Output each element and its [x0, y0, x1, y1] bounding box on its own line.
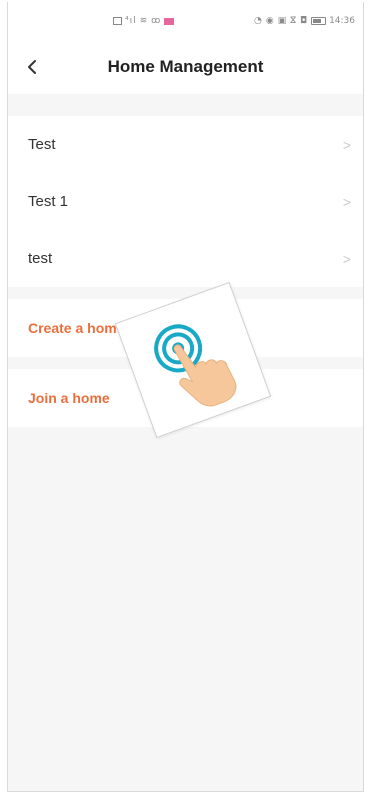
sim-icon [113, 17, 122, 25]
home-item-label: Test [28, 136, 56, 153]
create-home-label: Create a home [28, 320, 125, 336]
alarm-icon: ◘ [299, 16, 309, 26]
back-button[interactable] [20, 55, 44, 79]
signal-icon: ⁴ıl [125, 16, 137, 26]
status-right-icons: ◔ ◉ ▣ ⴵ ◘ 14:36 [254, 16, 355, 26]
spacer [8, 94, 363, 116]
eye-icon: ◉ [265, 16, 275, 26]
battery-icon [311, 17, 327, 25]
chevron-right-icon: > [342, 193, 351, 210]
vibrate-icon: ▣ [277, 16, 288, 26]
wifi-icon: ≋ [139, 16, 149, 26]
headset-icon: ◔ [253, 16, 263, 26]
hotspot-icon: ꝏ [151, 16, 162, 26]
home-list: Test > Test 1 > test > [8, 116, 363, 287]
phone-screen: ⁴ıl ≋ ꝏ ◔ ◉ ▣ ⴵ ◘ 14:36 Home Management … [7, 2, 364, 792]
notification-icon [164, 17, 175, 25]
app-header: Home Management [8, 40, 363, 94]
home-item-test-lower[interactable]: test > [8, 230, 363, 287]
home-item-label: Test 1 [28, 193, 69, 210]
join-home-label: Join a home [28, 390, 110, 406]
home-item-label: test [28, 250, 53, 267]
status-time: 14:36 [329, 16, 355, 26]
chevron-left-icon [28, 60, 36, 74]
bluetooth-icon: ⴵ [290, 16, 297, 26]
home-item-test-1[interactable]: Test 1 > [8, 173, 363, 230]
chevron-right-icon: > [342, 250, 351, 267]
status-bar: ⁴ıl ≋ ꝏ ◔ ◉ ▣ ⴵ ◘ 14:36 [8, 2, 363, 40]
page-title: Home Management [107, 57, 264, 76]
chevron-right-icon: > [342, 136, 351, 153]
home-item-test[interactable]: Test > [8, 116, 363, 173]
status-left-icons: ⁴ıl ≋ ꝏ [113, 16, 175, 26]
